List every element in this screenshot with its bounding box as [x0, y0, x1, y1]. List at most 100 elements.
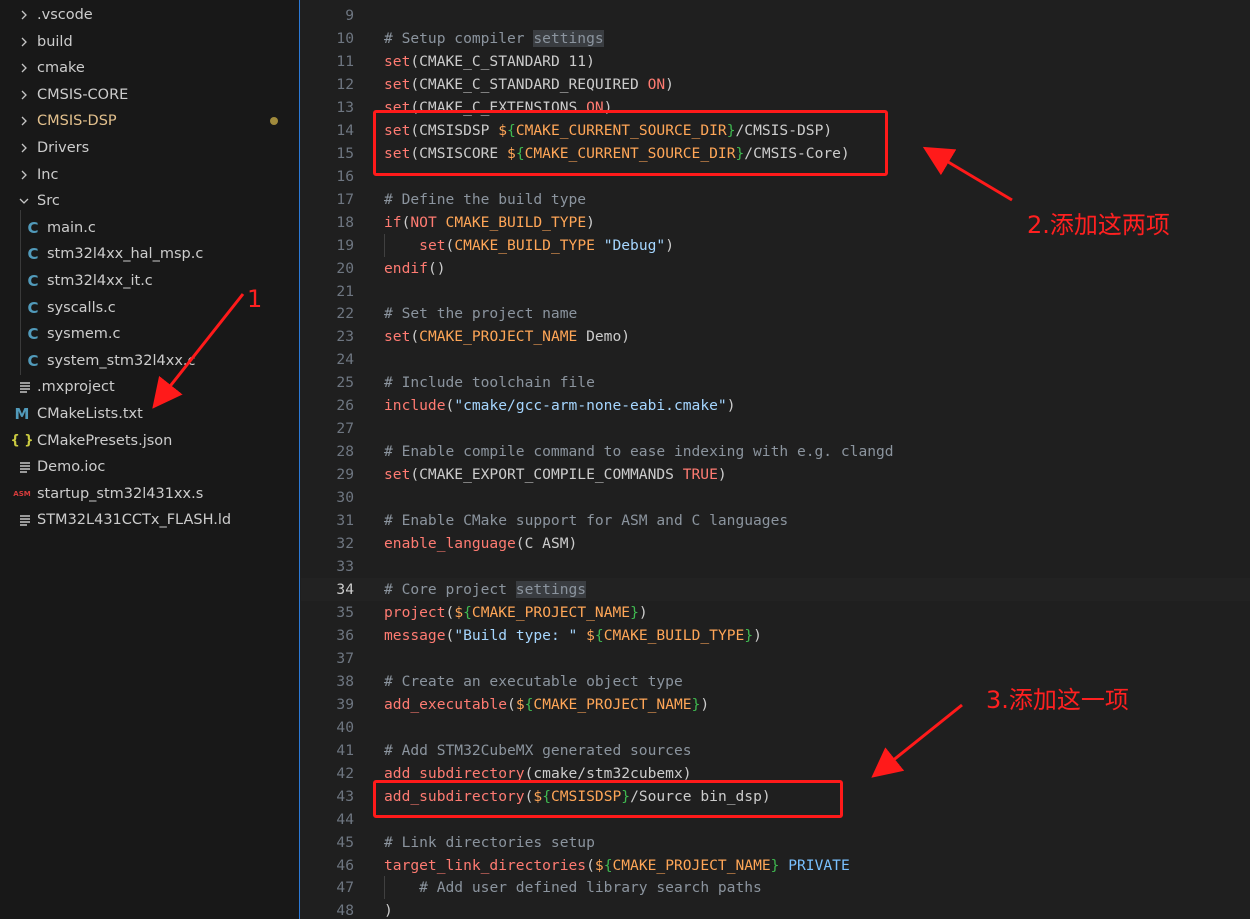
line-number: 13: [336, 98, 354, 116]
line-number: 46: [336, 856, 354, 874]
file-cmakelists-txt[interactable]: M CMakeLists.txt: [0, 401, 299, 427]
line-number: 30: [336, 489, 354, 507]
line-number: 16: [336, 167, 354, 185]
folder-cmake[interactable]: cmake: [0, 55, 299, 81]
annotation-box-lines-14-15: [373, 110, 888, 176]
line-number: 23: [336, 328, 354, 346]
line-number: 14: [336, 121, 354, 139]
file-startup-stm32l431xx-s[interactable]: ASM startup_stm32l431xx.s: [0, 481, 299, 507]
code-line-41[interactable]: 41 # Add STM32CubeMX generated sources: [301, 739, 1250, 762]
line-number: 41: [336, 741, 354, 759]
folder-cmsis-dsp[interactable]: CMSIS-DSP: [0, 108, 299, 134]
line-number: 45: [336, 833, 354, 851]
code-text: # Core project settings: [384, 581, 587, 598]
chevron-right-icon: [17, 29, 31, 55]
tree-item-label: Src: [37, 193, 60, 210]
file-stm32l4xx-hal-msp-c[interactable]: Cstm32l4xx_hal_msp.c: [0, 241, 299, 267]
code-text: include("cmake/gcc-arm-none-eabi.cmake"): [384, 397, 736, 415]
line-number: 28: [336, 443, 354, 461]
tree-item-label: CMakePresets.json: [37, 432, 173, 449]
file-main-c[interactable]: Cmain.c: [0, 215, 299, 241]
file-sysmem-c[interactable]: Csysmem.c: [0, 321, 299, 347]
code-line-22[interactable]: 22 # Set the project name: [301, 302, 1250, 325]
code-line-26[interactable]: 26 include("cmake/gcc-arm-none-eabi.cmake…: [301, 394, 1250, 417]
code-line-36[interactable]: 36 message("Build type: " ${CMAKE_BUILD_T…: [301, 624, 1250, 647]
line-number: 42: [336, 764, 354, 782]
asm-file-icon: ASM: [13, 489, 31, 498]
code-line-9[interactable]: 9: [301, 4, 1250, 27]
folder-drivers[interactable]: Drivers: [0, 135, 299, 161]
code-line-33[interactable]: 33: [301, 555, 1250, 578]
line-number: 9: [345, 7, 354, 24]
line-number: 36: [336, 626, 354, 644]
code-line-27[interactable]: 27: [301, 417, 1250, 440]
code-line-28[interactable]: 28 # Enable compile command to ease index…: [301, 440, 1250, 463]
line-number: 17: [336, 190, 354, 208]
file-demo-ioc[interactable]: Demo.ioc: [0, 454, 299, 480]
folder-src[interactable]: Src: [0, 188, 299, 214]
folder-inc[interactable]: Inc: [0, 162, 299, 188]
file-cmakepresets-json[interactable]: { } CMakePresets.json: [0, 428, 299, 454]
code-line-31[interactable]: 31 # Enable CMake support for ASM and C l…: [301, 509, 1250, 532]
code-line-25[interactable]: 25 # Include toolchain file: [301, 371, 1250, 394]
line-number: 24: [336, 351, 354, 369]
code-line-23[interactable]: 23 set(CMAKE_PROJECT_NAME Demo): [301, 325, 1250, 348]
annotation-label-2: 2.添加这两项: [1027, 211, 1170, 239]
chevron-right-icon: [17, 55, 31, 81]
code-line-34[interactable]: 34 # Core project settings: [301, 578, 1250, 601]
c-file-icon: C: [27, 298, 39, 317]
line-number: 34: [336, 581, 354, 598]
file-mxproject[interactable]: .mxproject: [0, 374, 299, 400]
code-line-30[interactable]: 30: [301, 486, 1250, 509]
folder-vscode[interactable]: .vscode: [0, 2, 299, 28]
code-line-35[interactable]: 35 project(${CMAKE_PROJECT_NAME}): [301, 601, 1250, 624]
code-line-24[interactable]: 24: [301, 348, 1250, 371]
code-text: # Define the build type: [384, 190, 587, 208]
line-number: 40: [336, 718, 354, 736]
code-line-29[interactable]: 29 set(CMAKE_EXPORT_COMPILE_COMMANDS TRUE…: [301, 463, 1250, 486]
modified-indicator: [270, 117, 278, 126]
code-line-40[interactable]: 40: [301, 716, 1250, 739]
file-system-stm32l4xx-c[interactable]: Csystem_stm32l4xx.c: [0, 348, 299, 374]
line-number: 11: [336, 52, 354, 70]
chevron-right-icon: [17, 162, 31, 188]
code-line-32[interactable]: 32 enable_language(C ASM): [301, 532, 1250, 555]
tree-item-label: stm32l4xx_it.c: [47, 273, 153, 289]
code-text: ): [384, 902, 393, 919]
code-line-47[interactable]: 47 # Add user defined library search pat…: [301, 876, 1250, 900]
line-number: 37: [336, 649, 354, 667]
folder-cmsis-core[interactable]: CMSIS-CORE: [0, 82, 299, 108]
code-line-45[interactable]: 45 # Link directories setup: [301, 831, 1250, 854]
code-line-48[interactable]: 48): [301, 899, 1250, 919]
json-file-icon: { }: [10, 433, 34, 449]
line-number: 22: [336, 305, 354, 323]
folder-build[interactable]: build: [0, 29, 299, 55]
file-stm32l431cctx-flash-ld[interactable]: STM32L431CCTx_FLASH.ld: [0, 507, 299, 533]
line-number: 39: [336, 695, 354, 713]
code-text: set(CMAKE_C_STANDARD_REQUIRED ON): [384, 75, 674, 93]
tree-item-label: system_stm32l4xx.c: [47, 352, 196, 369]
lines-file-icon: [16, 454, 34, 480]
lines-file-icon: [16, 507, 34, 533]
code-line-46[interactable]: 46 target_link_directories(${CMAKE_PROJEC…: [301, 854, 1250, 877]
tree-item-label: Inc: [37, 166, 59, 183]
line-number: 27: [336, 420, 354, 438]
line-number: 35: [336, 603, 354, 621]
tree-item-label: cmake: [37, 60, 85, 77]
code-line-12[interactable]: 12 set(CMAKE_C_STANDARD_REQUIRED ON): [301, 73, 1250, 96]
tree-item-label: CMSIS-CORE: [37, 86, 129, 103]
code-line-21[interactable]: 21: [301, 280, 1250, 303]
code-line-11[interactable]: 11 set(CMAKE_C_STANDARD 11): [301, 50, 1250, 73]
line-number: 26: [336, 397, 354, 415]
code-text: set(CMAKE_EXPORT_COMPILE_COMMANDS TRUE): [384, 466, 727, 484]
code-text: # Include toolchain file: [384, 374, 595, 392]
code-line-10[interactable]: 10 # Setup compiler settings: [301, 27, 1250, 50]
code-line-20[interactable]: 20 endif(): [301, 257, 1250, 280]
code-line-37[interactable]: 37: [301, 647, 1250, 670]
line-number: 48: [336, 902, 354, 919]
chevron-right-icon: [17, 108, 31, 134]
line-number: 21: [336, 282, 354, 300]
cmake-file-icon: M: [14, 405, 30, 423]
code-text: # Add user defined library search paths: [419, 879, 762, 897]
line-number: 47: [336, 879, 354, 897]
